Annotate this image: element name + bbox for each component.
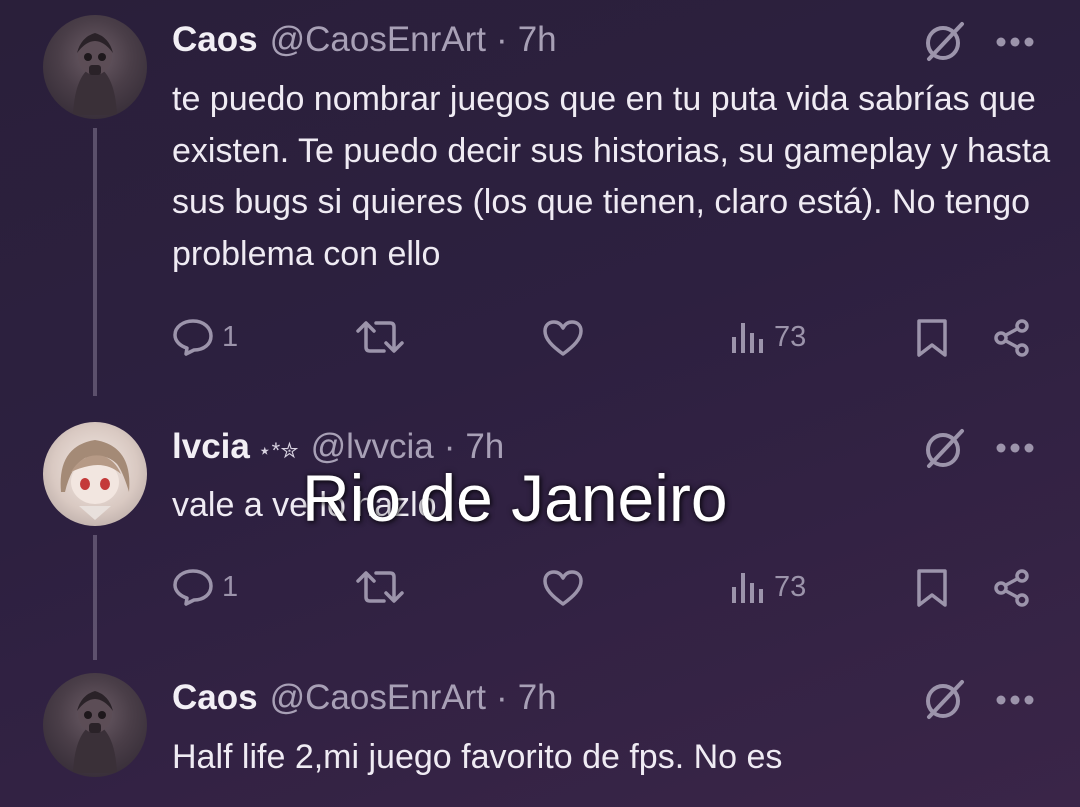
heart-icon bbox=[543, 570, 583, 606]
reply-icon bbox=[173, 569, 213, 606]
like-button[interactable] bbox=[542, 569, 584, 607]
tweet[interactable]: Caos @CaosEnrArt · 7h Half life 2,mi jue… bbox=[0, 660, 1080, 807]
more-options-icon[interactable] bbox=[995, 36, 1035, 48]
share-button[interactable] bbox=[992, 568, 1032, 608]
avatar[interactable] bbox=[43, 15, 147, 119]
views-icon bbox=[732, 573, 763, 603]
views-count: 73 bbox=[774, 570, 807, 603]
share-icon bbox=[994, 319, 1029, 357]
reply-count: 1 bbox=[222, 320, 239, 353]
more-options-icon[interactable] bbox=[995, 694, 1035, 706]
share-button[interactable] bbox=[992, 318, 1032, 358]
retweet-icon bbox=[356, 321, 404, 353]
bookmark-button[interactable] bbox=[914, 568, 950, 608]
avatar[interactable] bbox=[43, 673, 147, 777]
tweet[interactable]: Caos @CaosEnrArt · 7h te puedo nombrar j… bbox=[0, 0, 1080, 395]
retweet-button[interactable] bbox=[356, 569, 404, 605]
reply-icon bbox=[173, 319, 213, 356]
reply-count: 1 bbox=[222, 570, 239, 603]
user-handle[interactable]: @CaosEnrArt bbox=[270, 678, 486, 718]
avatar[interactable] bbox=[43, 422, 147, 526]
reply-button[interactable]: 1 bbox=[172, 568, 238, 606]
reply-button[interactable]: 1 bbox=[172, 318, 238, 356]
timestamp[interactable]: 7h bbox=[518, 678, 557, 718]
retweet-button[interactable] bbox=[356, 319, 404, 355]
views-button[interactable]: 73 bbox=[730, 319, 806, 355]
action-bar: 1 73 bbox=[0, 563, 1080, 613]
display-name[interactable]: Caos bbox=[172, 20, 258, 60]
heart-icon bbox=[543, 320, 583, 356]
grok-icon[interactable] bbox=[922, 678, 966, 722]
grok-icon[interactable] bbox=[922, 427, 966, 471]
share-icon bbox=[994, 569, 1029, 607]
separator: · bbox=[496, 20, 508, 59]
more-options-icon[interactable] bbox=[995, 442, 1035, 454]
views-count: 73 bbox=[774, 320, 807, 353]
grok-icon[interactable] bbox=[922, 20, 966, 64]
tweet-text: Half life 2,mi juego favorito de fps. No… bbox=[172, 738, 783, 776]
display-name[interactable]: lvcia bbox=[172, 427, 250, 467]
overlay-caption: Rio de Janeiro bbox=[302, 461, 728, 535]
tweet-header: Caos @CaosEnrArt · 7h bbox=[172, 678, 557, 718]
views-button[interactable]: 73 bbox=[730, 569, 806, 605]
bookmark-button[interactable] bbox=[914, 318, 950, 358]
action-bar: 1 73 bbox=[0, 313, 1080, 363]
tweet-text: te puedo nombrar juegos que en tu puta v… bbox=[172, 80, 1051, 273]
separator: · bbox=[496, 678, 508, 717]
views-icon bbox=[732, 323, 763, 353]
user-handle[interactable]: @CaosEnrArt bbox=[270, 20, 486, 60]
name-emoji: ⋆*✮ bbox=[257, 438, 299, 463]
bookmark-icon bbox=[917, 319, 947, 357]
retweet-icon bbox=[356, 571, 404, 603]
like-button[interactable] bbox=[542, 319, 584, 357]
tweet-header: Caos @CaosEnrArt · 7h bbox=[172, 20, 557, 60]
timestamp[interactable]: 7h bbox=[518, 20, 557, 60]
display-name[interactable]: Caos bbox=[172, 678, 258, 718]
bookmark-icon bbox=[917, 569, 947, 607]
